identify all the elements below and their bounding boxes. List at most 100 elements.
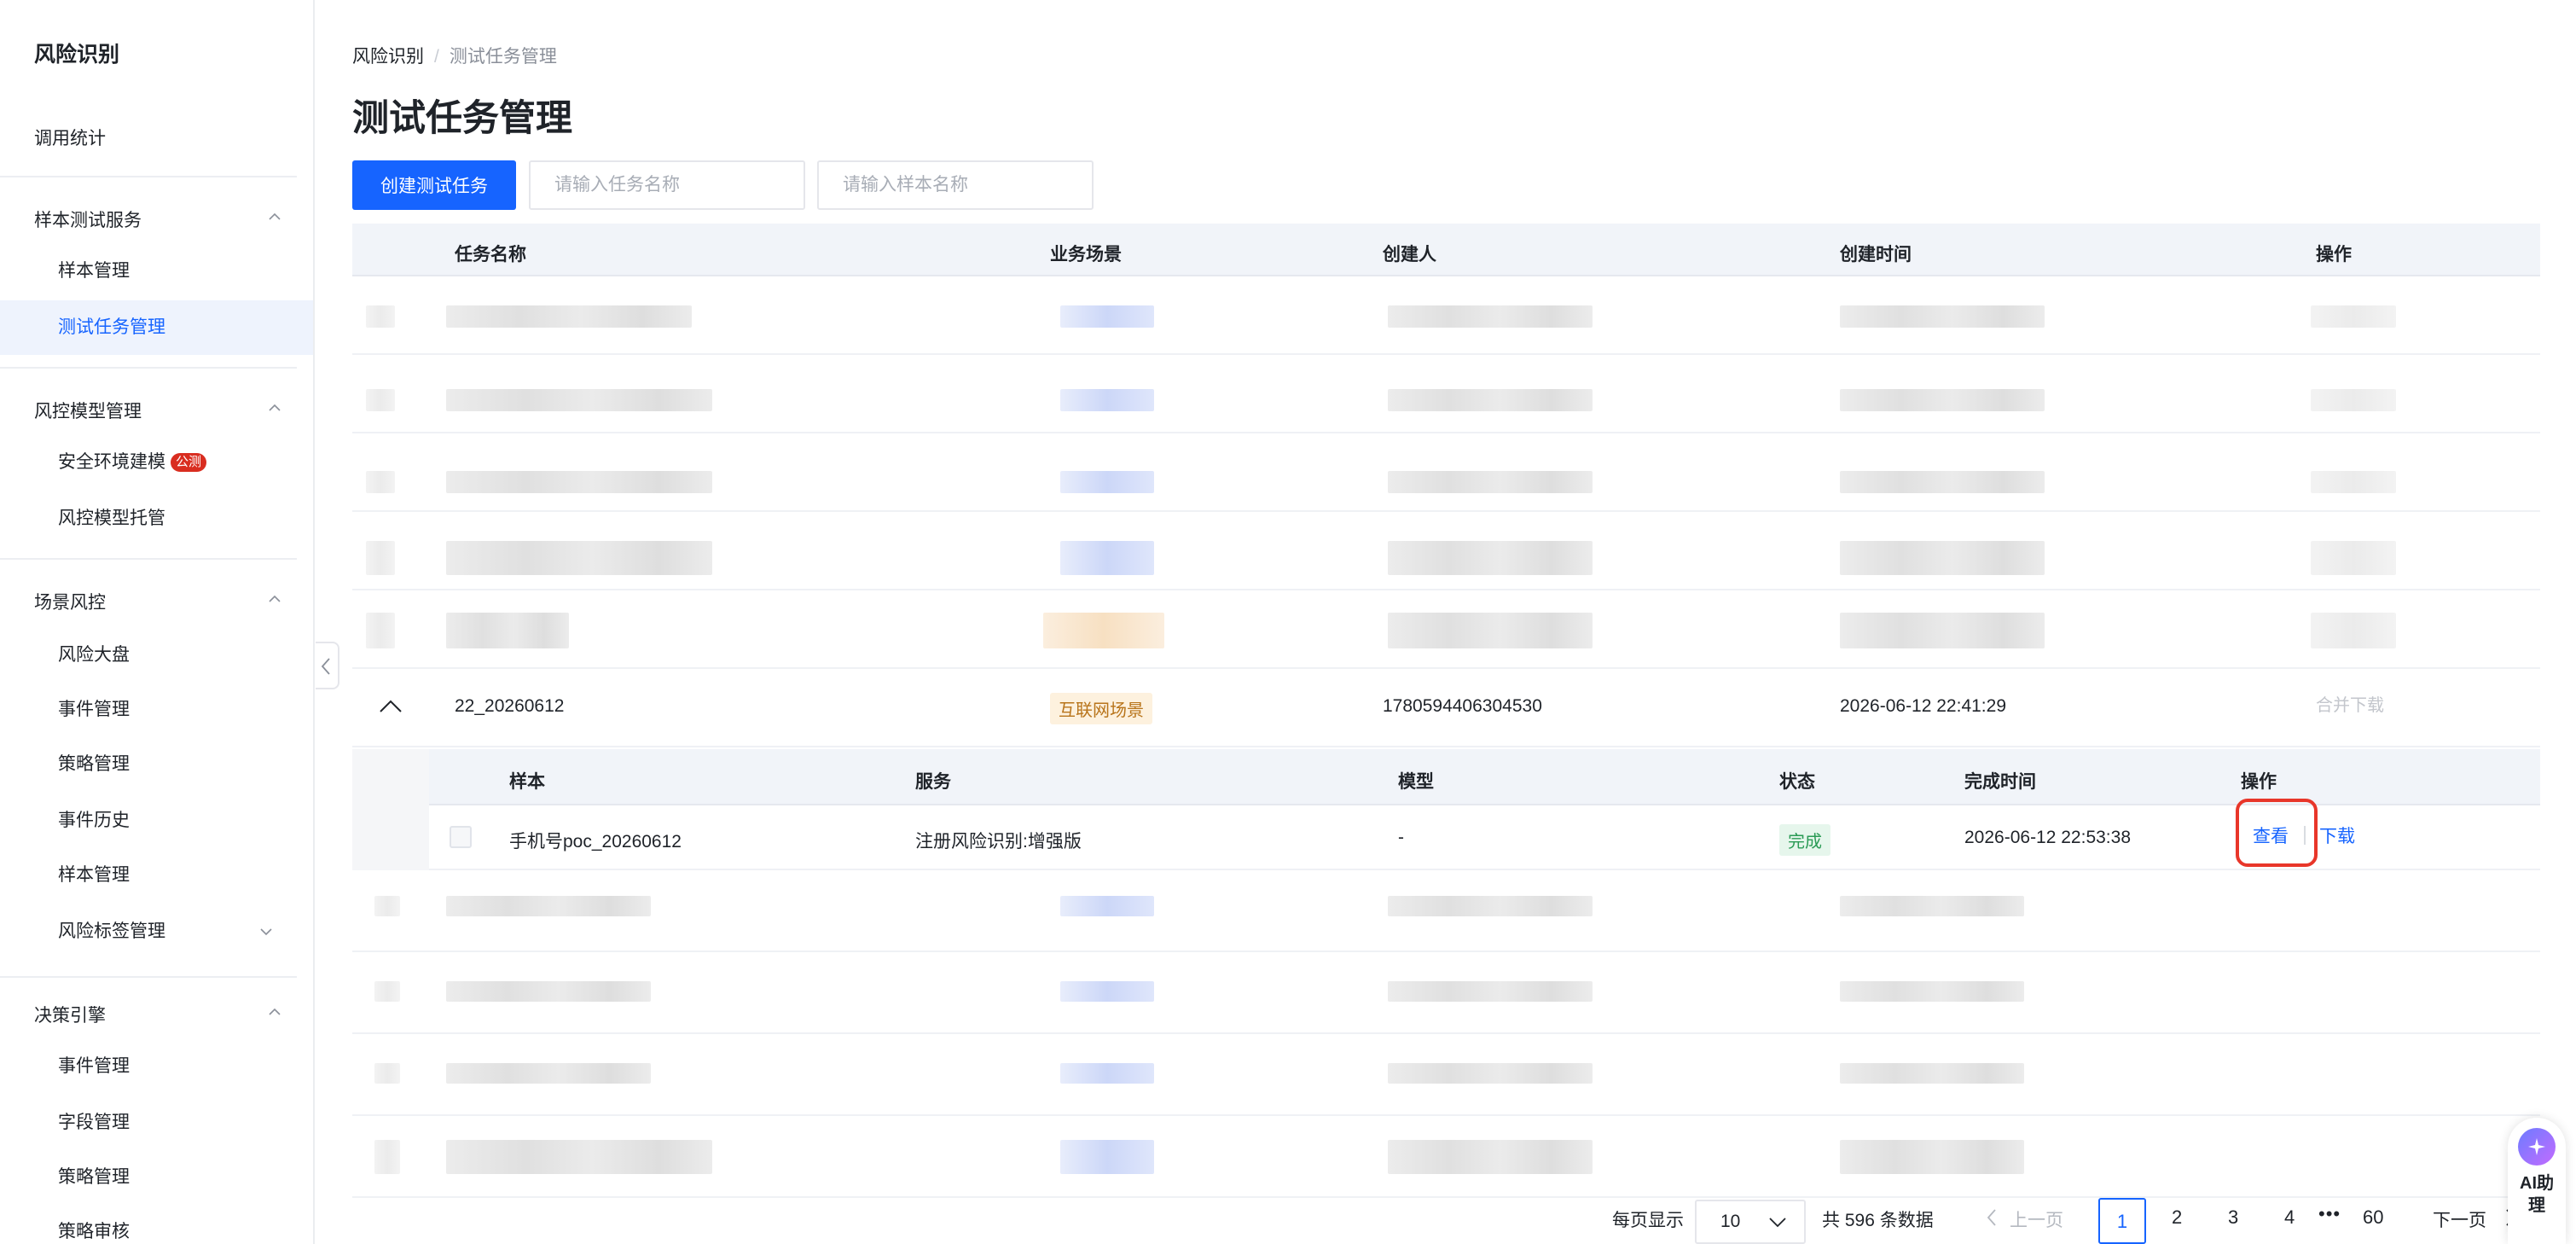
table-row-blurred[interactable] bbox=[352, 870, 2540, 952]
collapse-row-icon[interactable] bbox=[378, 698, 403, 715]
table-header: 任务名称 业务场景 创建人 创建时间 操作 bbox=[352, 224, 2540, 276]
sidebar-item-risk-dashboard[interactable]: 风险大盘 bbox=[0, 628, 313, 683]
column-header-creator: 创建人 bbox=[1383, 245, 1436, 264]
sidebar-group-scene-risk[interactable]: 场景风控 bbox=[34, 589, 281, 614]
finished-at: 2026-06-12 22:53:38 bbox=[1964, 828, 2131, 847]
sidebar-item-usage-stats[interactable]: 调用统计 bbox=[34, 125, 106, 150]
sidebar-item-label: 安全环境建模 bbox=[58, 452, 165, 472]
sidebar-item-sample-management-2[interactable]: 样本管理 bbox=[0, 848, 313, 903]
sidebar-collapse-button[interactable] bbox=[316, 642, 339, 689]
page-60-button[interactable]: 60 bbox=[2363, 1206, 2383, 1229]
page-1-button[interactable]: 1 bbox=[2098, 1198, 2146, 1244]
sidebar-divider bbox=[0, 558, 297, 560]
sub-column-finished-at: 完成时间 bbox=[1964, 772, 2036, 792]
sidebar-item-test-task-management[interactable]: 测试任务管理 bbox=[0, 300, 313, 355]
service-name: 注册风险识别:增强版 bbox=[915, 832, 1082, 852]
table-row-blurred[interactable] bbox=[352, 276, 2540, 355]
breadcrumb-root[interactable]: 风险识别 bbox=[352, 47, 424, 67]
sidebar-group-risk-model[interactable]: 风控模型管理 bbox=[34, 398, 281, 423]
sidebar-group-label: 决策引擎 bbox=[34, 1006, 106, 1026]
next-page-button[interactable]: 下一页 bbox=[2433, 1206, 2515, 1232]
sample-name: 手机号poc_20260612 bbox=[509, 832, 682, 852]
task-name-input[interactable] bbox=[529, 160, 805, 210]
table-row-blurred[interactable] bbox=[352, 1116, 2540, 1198]
chevron-down-icon bbox=[1769, 1218, 1786, 1228]
table-row-blurred[interactable] bbox=[352, 433, 2540, 512]
prev-page-button[interactable]: 上一页 bbox=[1987, 1206, 2063, 1232]
model-name: - bbox=[1398, 828, 1404, 847]
sidebar-item-label: 风险标签管理 bbox=[58, 921, 165, 941]
ai-assistant-button[interactable]: AI助理 bbox=[2508, 1118, 2566, 1244]
column-header-created-at: 创建时间 bbox=[1840, 245, 1912, 264]
sample-name-input[interactable] bbox=[817, 160, 1094, 210]
page-3-button[interactable]: 3 bbox=[2228, 1206, 2238, 1229]
sub-column-sample: 样本 bbox=[509, 772, 545, 792]
sidebar-divider bbox=[0, 367, 297, 369]
prev-page-label: 上一页 bbox=[2010, 1211, 2063, 1230]
download-button[interactable]: 下载 bbox=[2319, 823, 2355, 848]
sidebar-group-label: 场景风控 bbox=[34, 593, 106, 613]
creator: 1780594406304530 bbox=[1383, 696, 1542, 716]
sidebar-item-sample-management[interactable]: 样本管理 bbox=[0, 244, 313, 299]
sub-column-service: 服务 bbox=[915, 772, 951, 792]
merge-download-link[interactable]: 合并下载 bbox=[2316, 691, 2384, 716]
sidebar-group-decision-engine[interactable]: 决策引擎 bbox=[34, 1002, 281, 1027]
sub-column-actions: 操作 bbox=[2241, 772, 2277, 792]
sidebar-group-label: 样本测试服务 bbox=[34, 211, 142, 230]
column-header-task-name: 任务名称 bbox=[455, 245, 526, 264]
sidebar: 风险识别 调用统计 样本测试服务 样本管理 测试任务管理 风控模型管理 安全环境… bbox=[0, 0, 315, 1244]
table-row-blurred[interactable] bbox=[352, 355, 2540, 433]
column-header-scene: 业务场景 bbox=[1050, 245, 1122, 264]
pagination-ellipsis[interactable]: ••• bbox=[2318, 1203, 2341, 1225]
table-row-blurred[interactable] bbox=[352, 512, 2540, 590]
table-row-blurred[interactable] bbox=[352, 590, 2540, 669]
chevron-down-icon bbox=[260, 928, 272, 936]
beta-badge: 公测 bbox=[171, 453, 207, 472]
next-page-label: 下一页 bbox=[2433, 1211, 2486, 1230]
ai-logo-icon bbox=[2518, 1128, 2556, 1166]
breadcrumb-separator: / bbox=[434, 47, 439, 67]
breadcrumb-current: 测试任务管理 bbox=[449, 47, 557, 67]
subtable-header: 样本 服务 模型 状态 完成时间 操作 bbox=[429, 749, 2540, 805]
scene-tag: 互联网场景 bbox=[1050, 693, 1152, 724]
sidebar-item-strategy-management[interactable]: 策略管理 bbox=[0, 737, 313, 792]
sub-column-status: 状态 bbox=[1779, 772, 1815, 792]
sidebar-item-de-strategy-management[interactable]: 策略管理 bbox=[0, 1150, 313, 1205]
highlight-box bbox=[2236, 799, 2318, 867]
sidebar-item-event-history[interactable]: 事件历史 bbox=[0, 793, 313, 848]
sidebar-item-secure-env-modeling[interactable]: 安全环境建模 公测 bbox=[0, 435, 313, 490]
sidebar-item-strategy-review[interactable]: 策略审核 bbox=[0, 1205, 313, 1244]
sidebar-item-field-management[interactable]: 字段管理 bbox=[0, 1096, 313, 1150]
table-row-blurred[interactable] bbox=[352, 952, 2540, 1034]
page-title: 测试任务管理 bbox=[352, 98, 572, 139]
page-4-button[interactable]: 4 bbox=[2284, 1206, 2295, 1229]
sidebar-item-de-event-management[interactable]: 事件管理 bbox=[0, 1039, 313, 1094]
sidebar-divider bbox=[0, 176, 297, 177]
subtable-gutter bbox=[352, 749, 429, 870]
page-size-value: 10 bbox=[1720, 1212, 1741, 1231]
chevron-up-icon bbox=[269, 212, 281, 220]
sidebar-title: 风险识别 bbox=[34, 43, 120, 67]
ai-assistant-label: AI助理 bbox=[2520, 1174, 2554, 1215]
breadcrumb: 风险识别 / 测试任务管理 bbox=[352, 43, 557, 68]
chevron-up-icon bbox=[269, 404, 281, 411]
chevron-left-icon bbox=[1987, 1209, 1996, 1226]
table-row-expanded[interactable]: 22_20260612 互联网场景 1780594406304530 2026-… bbox=[352, 669, 2540, 747]
page-2-button[interactable]: 2 bbox=[2172, 1206, 2182, 1229]
row-checkbox[interactable] bbox=[450, 826, 472, 848]
status-badge: 完成 bbox=[1779, 824, 1830, 856]
sidebar-item-risk-tag-management[interactable]: 风险标签管理 bbox=[0, 904, 313, 959]
chevron-left-icon bbox=[321, 658, 330, 675]
column-header-actions: 操作 bbox=[2316, 245, 2352, 264]
per-page-label: 每页显示 bbox=[1612, 1211, 1684, 1230]
page-size-select[interactable]: 10 bbox=[1695, 1200, 1806, 1244]
create-test-task-button[interactable]: 创建测试任务 bbox=[352, 160, 516, 210]
sidebar-item-model-hosting[interactable]: 风控模型托管 bbox=[0, 491, 313, 546]
sidebar-item-event-management[interactable]: 事件管理 bbox=[0, 683, 313, 737]
table-row-blurred[interactable] bbox=[352, 1034, 2540, 1116]
sidebar-group-label: 风控模型管理 bbox=[34, 402, 142, 421]
created-at: 2026-06-12 22:41:29 bbox=[1840, 696, 2006, 716]
subtable-row[interactable]: 手机号poc_20260612 注册风险识别:增强版 - 完成 2026-06-… bbox=[429, 799, 2540, 870]
sidebar-group-sample-testing[interactable]: 样本测试服务 bbox=[34, 206, 281, 232]
sidebar-divider bbox=[0, 976, 297, 978]
